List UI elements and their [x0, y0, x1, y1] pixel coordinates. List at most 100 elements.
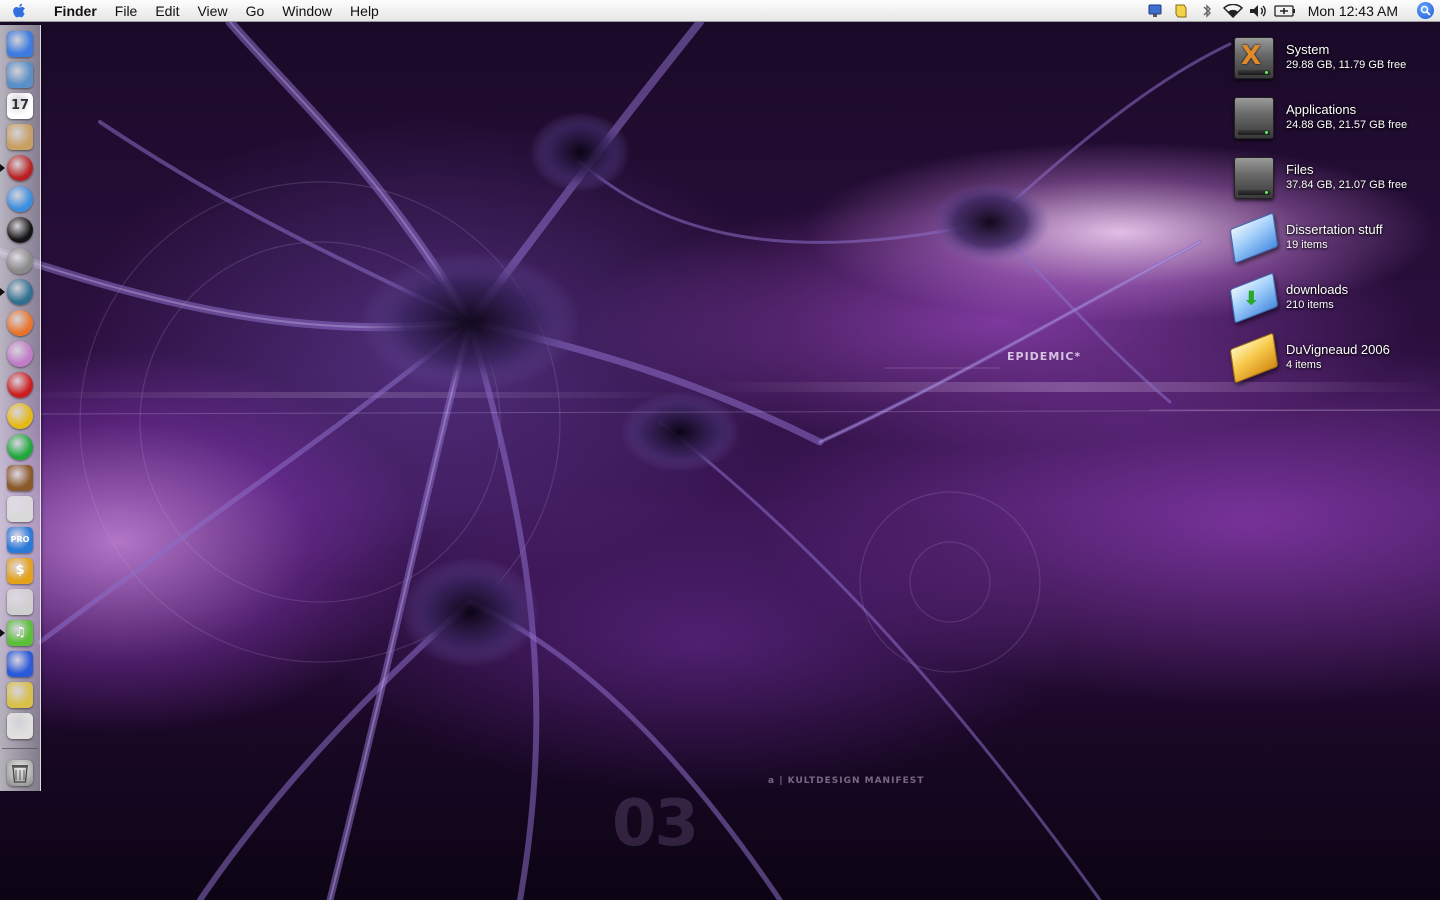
- desktop-item-files[interactable]: Files 37.84 GB, 21.07 GB free: [1230, 151, 1440, 203]
- finder-icon: [7, 30, 33, 57]
- folder-icon: [1229, 212, 1279, 264]
- apple-icon: [7, 712, 33, 739]
- flash-icon: [7, 371, 33, 398]
- eye-icon: [7, 681, 33, 708]
- dock-item-money-app[interactable]: $: [5, 556, 35, 585]
- menu-help[interactable]: Help: [341, 0, 388, 22]
- books-icon: [7, 464, 33, 491]
- desktop-item-name: Applications: [1286, 102, 1357, 117]
- dock-item-library-app[interactable]: [5, 463, 35, 492]
- dock-running-indicator: [0, 164, 5, 172]
- desktop-item-info: 24.88 GB, 21.57 GB free: [1286, 119, 1408, 131]
- wallpaper-neurons: [0, 22, 1440, 900]
- hard-drive-icon: [1230, 154, 1276, 200]
- dock-item-flash[interactable]: [5, 370, 35, 399]
- menu-extras: Mon 12:43 AM: [1142, 0, 1440, 22]
- preview-icon: [7, 61, 33, 88]
- black-orb-icon: [7, 216, 33, 243]
- desktop-item-dissertation-stuff[interactable]: Dissertation stuff 19 items: [1229, 211, 1440, 264]
- dock-item-imovie[interactable]: [5, 649, 35, 678]
- trash-icon: [7, 759, 33, 786]
- desktop-item-duvigneaud-2006[interactable]: DuVigneaud 2006 4 items: [1229, 331, 1440, 384]
- bluetooth-icon[interactable]: [1194, 0, 1220, 22]
- desktop-item-labels: Dissertation stuff 19 items: [1286, 221, 1383, 253]
- dock-item-apple-app[interactable]: [5, 711, 35, 740]
- dock-item-app-red[interactable]: [5, 153, 35, 182]
- dock-item-itunes[interactable]: ♫: [5, 618, 35, 647]
- wifi-icon[interactable]: [1220, 0, 1246, 22]
- yellow-disc-icon: [7, 402, 33, 429]
- desktop-item-system[interactable]: X System 29.88 GB, 11.79 GB free: [1230, 31, 1440, 83]
- desktop-item-info: 29.88 GB, 11.79 GB free: [1286, 59, 1407, 71]
- dock-running-indicator: [0, 288, 5, 296]
- document-icon: [7, 495, 33, 522]
- hard-drive-icon: X: [1230, 34, 1276, 80]
- wallpaper-number-text: 03: [612, 787, 699, 861]
- dock-item-black-orb[interactable]: [5, 215, 35, 244]
- desktop-item-info: 37.84 GB, 21.07 GB free: [1286, 179, 1408, 191]
- spotlight-button[interactable]: [1410, 0, 1440, 22]
- green-disc-icon: [7, 433, 33, 460]
- dock-item-flower-app[interactable]: [5, 339, 35, 368]
- menu-window[interactable]: Window: [273, 0, 341, 22]
- red-disc-icon: [7, 154, 33, 181]
- desktop-item-labels: DuVigneaud 2006 4 items: [1286, 341, 1390, 373]
- menu-go[interactable]: Go: [237, 0, 274, 22]
- menu-edit[interactable]: Edit: [146, 0, 188, 22]
- dock-item-safari[interactable]: [5, 184, 35, 213]
- desktop-item-labels: downloads 210 items: [1286, 281, 1348, 313]
- firefox-icon: [7, 309, 33, 336]
- desktop-item-name: Files: [1286, 162, 1314, 177]
- script-icon[interactable]: [1168, 0, 1194, 22]
- flower-icon: [7, 340, 33, 367]
- dock-item-finder[interactable]: [5, 29, 35, 58]
- dock-item-gray-orb[interactable]: [5, 246, 35, 275]
- desktop-item-downloads[interactable]: ⬇ downloads 210 items: [1229, 271, 1440, 324]
- dock-item-firefox[interactable]: [5, 308, 35, 337]
- menu-view[interactable]: View: [188, 0, 236, 22]
- dock-item-printer-app[interactable]: [5, 587, 35, 616]
- menu-clock[interactable]: Mon 12:43 AM: [1298, 3, 1410, 19]
- dock-item-yellow-app[interactable]: [5, 401, 35, 430]
- desktop-item-labels: Files 37.84 GB, 21.07 GB free: [1286, 161, 1407, 193]
- folder-icon: ⬇: [1229, 272, 1279, 324]
- dock-item-network-app[interactable]: [5, 277, 35, 306]
- dock-trash[interactable]: [5, 758, 35, 787]
- clapper-icon: [7, 650, 33, 677]
- hard-drive-icon: [1230, 94, 1276, 140]
- menu-finder[interactable]: Finder: [40, 0, 106, 22]
- desktop-item-info: 4 items: [1286, 359, 1322, 371]
- address-book-icon: [7, 123, 33, 150]
- folder-icon: [1229, 332, 1279, 384]
- desktop-item-labels: System 29.88 GB, 11.79 GB free: [1286, 41, 1406, 73]
- volume-icon[interactable]: [1246, 0, 1272, 22]
- dock-item-textedit[interactable]: [5, 494, 35, 523]
- desktop-item-info: 210 items: [1286, 299, 1334, 311]
- desktop-item-info: 19 items: [1286, 239, 1328, 251]
- desktop-item-applications[interactable]: Applications 24.88 GB, 21.57 GB free: [1230, 91, 1440, 143]
- apple-menu[interactable]: [0, 0, 40, 22]
- dock-item-preview[interactable]: [5, 60, 35, 89]
- dock-item-address-book[interactable]: [5, 122, 35, 151]
- pro-icon: PRO: [7, 526, 33, 553]
- dock-running-indicator: [0, 629, 5, 637]
- globe-icon: [7, 278, 33, 305]
- printer-icon: [7, 588, 33, 615]
- dock: 17 PRO $ ♫: [0, 25, 41, 791]
- desktop-item-name: Dissertation stuff: [1286, 222, 1383, 237]
- dock-item-pro-app[interactable]: PRO: [5, 525, 35, 554]
- gray-orb-icon: [7, 247, 33, 274]
- desktop-item-name: DuVigneaud 2006: [1286, 342, 1390, 357]
- dock-item-ical[interactable]: 17: [5, 91, 35, 120]
- battery-icon[interactable]: [1272, 0, 1298, 22]
- display-icon[interactable]: [1142, 0, 1168, 22]
- desktop-item-name: System: [1286, 42, 1330, 57]
- dock-item-eye-app[interactable]: [5, 680, 35, 709]
- dollar-icon: $: [7, 557, 33, 584]
- music-note-icon: ♫: [7, 619, 33, 646]
- dock-item-green-app[interactable]: [5, 432, 35, 461]
- desktop-item-name: downloads: [1286, 282, 1349, 297]
- menu-file[interactable]: File: [106, 0, 147, 22]
- desktop-wallpaper: EPIDEMIC* a | KULTDESIGN MANIFEST 03: [0, 22, 1440, 900]
- apple-icon: [13, 3, 25, 17]
